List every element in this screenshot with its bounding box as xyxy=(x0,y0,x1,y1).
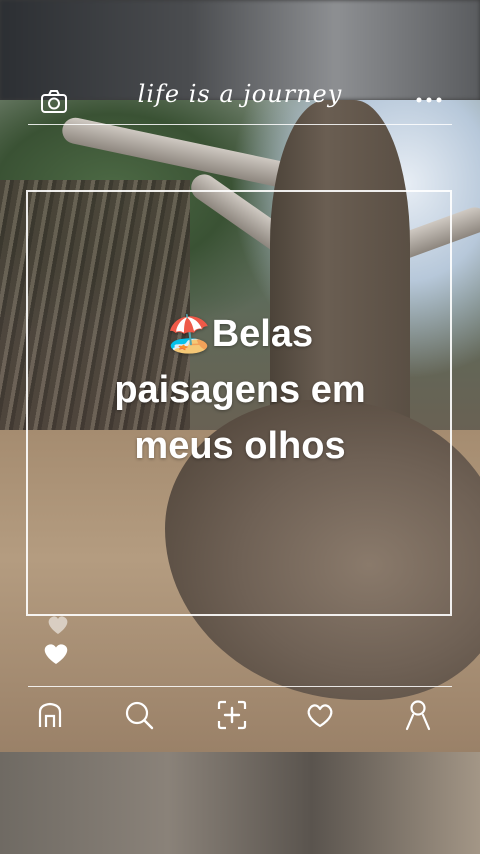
caption-line-3: meus olhos xyxy=(134,425,346,467)
profile-icon xyxy=(405,700,431,731)
home-icon xyxy=(38,702,62,727)
caption-line-1: 🏖️Belas xyxy=(166,313,314,355)
heart-filled-icon[interactable] xyxy=(44,644,68,664)
header-divider xyxy=(28,124,452,125)
nav-activity[interactable] xyxy=(302,697,338,733)
more-icon[interactable] xyxy=(414,96,444,104)
header-title: life is a journey xyxy=(137,80,343,108)
bottom-nav xyxy=(0,697,480,737)
heart-floating-icon xyxy=(48,616,68,634)
search-icon xyxy=(125,701,154,730)
nav-profile[interactable] xyxy=(400,697,436,733)
beach-umbrella-icon: 🏖️ xyxy=(166,313,212,354)
nav-search[interactable] xyxy=(121,697,157,733)
nav-home[interactable] xyxy=(32,697,68,733)
add-post-icon xyxy=(217,700,247,730)
post-caption: 🏖️Belas paisagens em meus olhos xyxy=(60,306,420,474)
reaction-area xyxy=(38,610,78,670)
heart-outline-icon xyxy=(307,704,333,728)
story-overlay: life is a journey 🏖️Belas paisagens em m… xyxy=(0,0,480,854)
caption-line-2: paisagens em xyxy=(114,369,366,411)
nav-divider xyxy=(28,686,452,687)
nav-add-post[interactable] xyxy=(214,697,250,733)
